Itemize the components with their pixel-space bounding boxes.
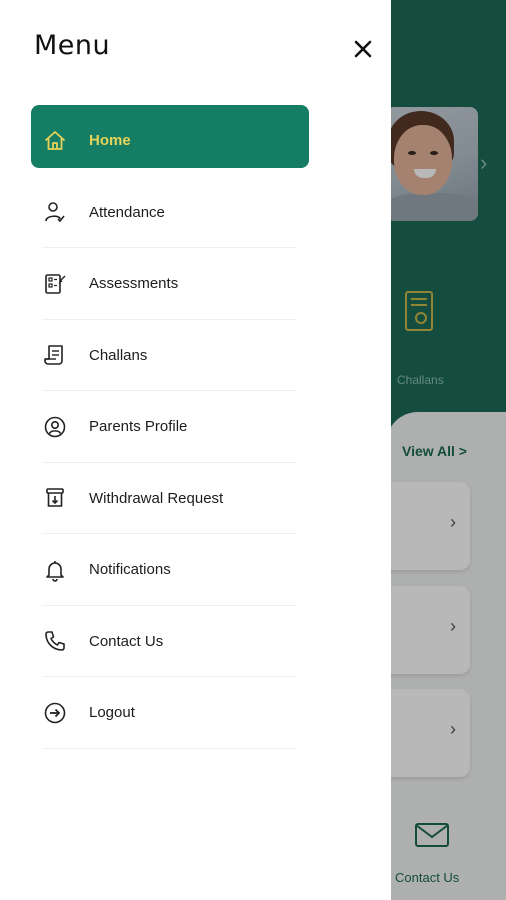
menu-item-label: Attendance xyxy=(89,203,165,221)
active-highlight xyxy=(31,105,309,168)
menu-item-label: Logout xyxy=(89,704,135,722)
menu-item-parents-profile[interactable]: Parents Profile xyxy=(0,391,391,463)
clipboard-edit-icon xyxy=(42,271,68,297)
menu-item-notifications[interactable]: Notifications xyxy=(0,534,391,606)
menu-item-logout[interactable]: Logout xyxy=(0,677,391,749)
menu-item-challans[interactable]: Challans xyxy=(0,320,391,391)
menu-item-label: Home xyxy=(89,132,131,150)
user-check-icon xyxy=(42,199,68,225)
menu-list: Home Attendance Assessments Challans Par… xyxy=(0,105,391,749)
menu-item-label: Notifications xyxy=(89,561,171,579)
menu-title: Menu xyxy=(34,30,111,61)
menu-item-label: Parents Profile xyxy=(89,418,188,436)
menu-item-withdrawal-request[interactable]: Withdrawal Request xyxy=(0,463,391,534)
user-circle-icon xyxy=(42,414,68,440)
menu-item-label: Contact Us xyxy=(89,632,164,650)
menu-item-home[interactable]: Home xyxy=(0,105,391,177)
home-icon xyxy=(42,128,68,154)
divider xyxy=(42,747,297,749)
navigation-drawer: Menu Home Attendance Assessments Challan… xyxy=(0,0,391,900)
receipt-icon xyxy=(42,342,68,368)
withdraw-icon xyxy=(42,485,68,511)
menu-item-assessments[interactable]: Assessments xyxy=(0,248,391,320)
menu-item-label: Withdrawal Request xyxy=(89,489,224,507)
phone-icon xyxy=(42,628,68,654)
menu-item-contact-us[interactable]: Contact Us xyxy=(0,606,391,677)
logout-icon xyxy=(42,700,68,726)
close-button[interactable] xyxy=(350,36,376,62)
menu-item-label: Challans xyxy=(89,346,148,364)
close-icon xyxy=(354,40,372,58)
menu-item-attendance[interactable]: Attendance xyxy=(0,177,391,248)
bell-icon xyxy=(42,557,68,583)
menu-item-label: Assessments xyxy=(89,275,179,293)
